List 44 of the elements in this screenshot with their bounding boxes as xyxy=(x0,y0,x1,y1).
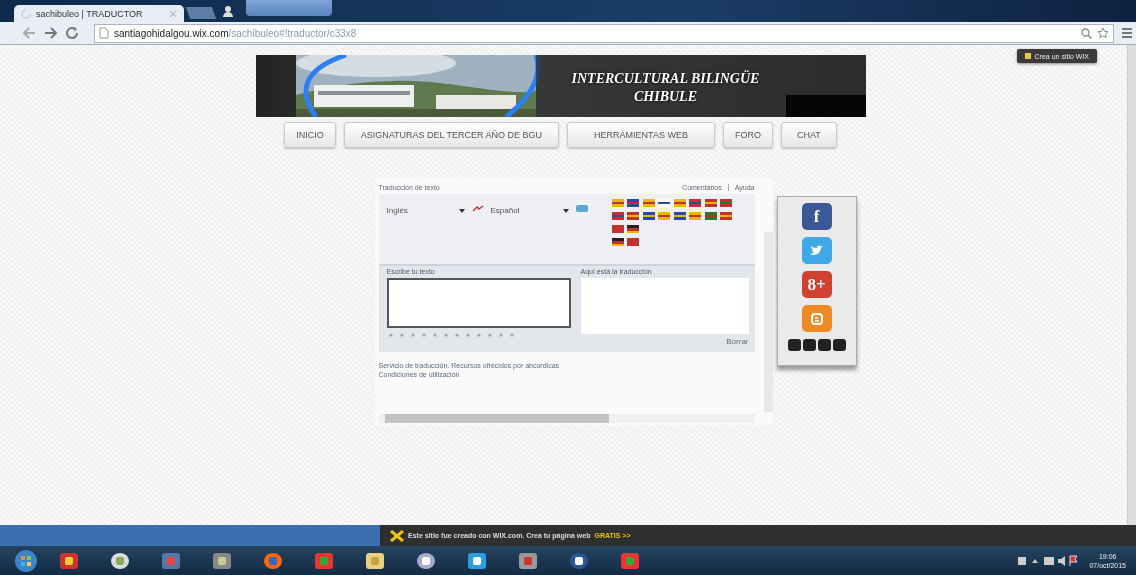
url-text: santiagohidalgou.wix.com/sachibuleo#!traductor/c33x8 xyxy=(114,27,357,39)
scrollbar[interactable] xyxy=(378,414,755,423)
tab-title: sachibuleo | TRADUCTOR xyxy=(36,8,144,19)
banner-title: INTERCULTURAL BILINGÜE xyxy=(571,70,760,87)
nav-button[interactable]: CHAT xyxy=(780,122,837,148)
loading-icon xyxy=(21,8,31,19)
user-icon[interactable] xyxy=(222,5,234,17)
nav-button[interactable]: ASIGNATURAS DEL TERCER AÑO DE BGU xyxy=(343,122,560,148)
address-field[interactable]: santiagohidalgou.wix.com/sachibuleo#!traductor/c33x8 xyxy=(94,23,1114,43)
flag-pair-icon[interactable] xyxy=(673,211,702,221)
facebook-button[interactable]: f xyxy=(801,203,832,230)
nav-button[interactable]: HERRAMIENTAS WEB xyxy=(567,122,715,148)
page-icon xyxy=(99,27,109,39)
scrollbar[interactable] xyxy=(1127,45,1136,525)
menu-icon[interactable] xyxy=(1122,27,1132,39)
reload-icon[interactable] xyxy=(66,27,80,39)
search-icon xyxy=(1081,27,1092,39)
banner-subtitle: CHIBULE xyxy=(634,88,697,105)
twitter-button[interactable] xyxy=(801,237,832,264)
browser-tab[interactable]: sachibuleo | TRADUCTOR xyxy=(14,5,184,22)
text-input-field[interactable] xyxy=(386,278,571,328)
bird-icon xyxy=(809,245,824,256)
googleplus-button[interactable]: 8+ xyxy=(801,271,832,298)
clear-button[interactable]: Borrar xyxy=(726,337,749,346)
tray-icons-drawing[interactable] xyxy=(1018,554,1079,567)
flag-pair-icon[interactable] xyxy=(642,211,671,221)
language-select[interactable]: Español xyxy=(488,205,571,216)
flag-pair-icon[interactable] xyxy=(611,198,640,208)
flag-pair-icon[interactable] xyxy=(673,198,702,208)
star-icon[interactable] xyxy=(1097,27,1109,39)
flag-pair-icon[interactable] xyxy=(611,237,640,247)
caret-icon xyxy=(458,208,465,213)
flag-pair-icon[interactable] xyxy=(611,224,640,234)
share-options-drawing[interactable] xyxy=(787,339,846,351)
language-select[interactable]: Inglés xyxy=(384,205,467,216)
caret-icon xyxy=(562,208,569,213)
new-tab-button[interactable] xyxy=(185,7,217,19)
start-button[interactable] xyxy=(14,548,38,573)
nav-button[interactable]: INICIO xyxy=(284,122,336,148)
flag-pair-icon[interactable] xyxy=(642,198,671,208)
nav-button[interactable]: FORO xyxy=(722,122,773,148)
forward-icon[interactable] xyxy=(44,27,58,39)
flag-pair-icon[interactable] xyxy=(611,211,640,221)
document-icon xyxy=(810,312,823,325)
